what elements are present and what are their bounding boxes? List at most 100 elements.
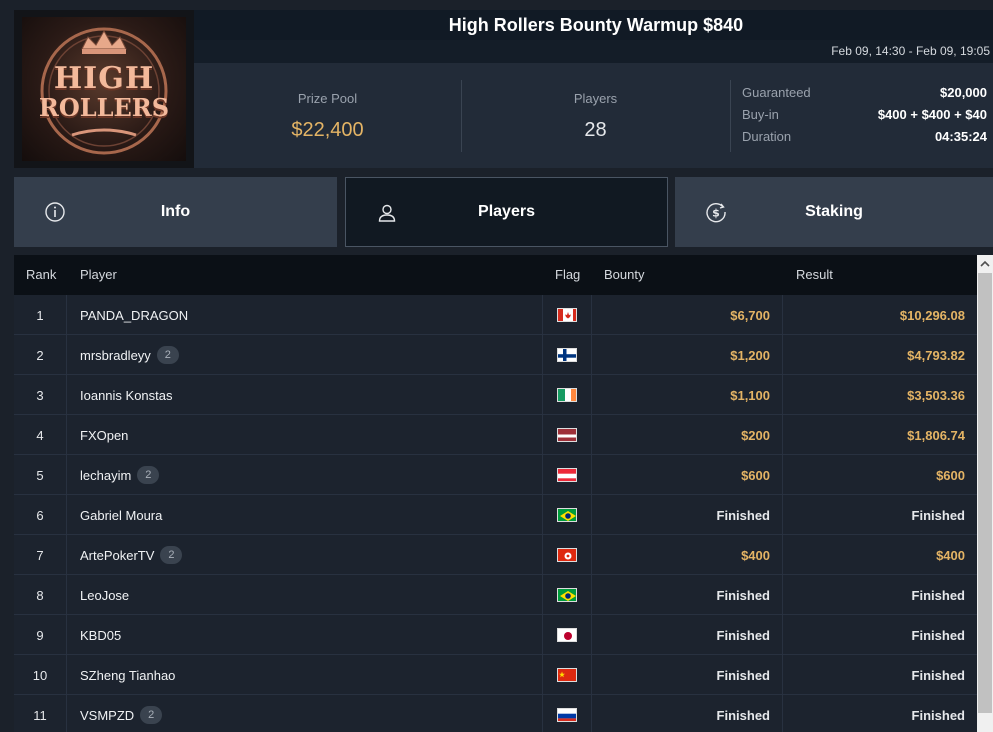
divider [730, 80, 731, 152]
rank-cell: 8 [14, 575, 67, 615]
tournament-dates: Feb 09, 14:30 - Feb 09, 19:05 [831, 44, 990, 58]
player-name[interactable]: lechayim [80, 468, 131, 483]
flag-cell [542, 495, 592, 535]
player-name[interactable]: Gabriel Moura [80, 508, 162, 523]
svg-text:$: $ [712, 207, 720, 220]
scrollbar-thumb[interactable] [978, 273, 992, 713]
canada-flag-icon [557, 308, 577, 322]
result-cell: $400 [783, 535, 977, 575]
result-value: $4,793.82 [907, 347, 965, 363]
table-row[interactable]: 3 Ioannis Konstas $1,100 $3,503.36 [14, 375, 977, 415]
flag-cell [542, 455, 592, 495]
player-name[interactable]: Ioannis Konstas [80, 388, 173, 403]
player-cell[interactable]: lechayim 2 [80, 455, 542, 495]
bounty-value: $6,700 [730, 307, 770, 323]
rank-cell: 7 [14, 535, 67, 575]
ireland-flag-icon [557, 388, 577, 402]
rank-value: 2 [36, 347, 44, 363]
buyin-label: Buy-in [742, 107, 779, 122]
table-row[interactable]: 9 KBD05 Finished Finished [14, 615, 977, 655]
result-value: Finished [911, 707, 965, 723]
player-cell[interactable]: SZheng Tianhao [80, 655, 542, 695]
table-row[interactable]: 5 lechayim 2 $600 $600 [14, 455, 977, 495]
logo-text-rollers: ROLLERS [38, 93, 170, 122]
bounty-value: $400 [741, 547, 770, 563]
rank-value: 7 [36, 547, 44, 563]
rank-cell: 2 [14, 335, 67, 375]
guaranteed-value: $20,000 [940, 85, 987, 100]
rank-value: 5 [36, 467, 44, 483]
result-cell: $4,793.82 [783, 335, 977, 375]
bounty-cell: Finished [592, 655, 783, 695]
flag-cell [542, 615, 592, 655]
flag-cell [542, 655, 592, 695]
bounty-cell: $1,100 [592, 375, 783, 415]
russia-flag-icon [557, 708, 577, 722]
table-row[interactable]: 6 Gabriel Moura Finished Finished [14, 495, 977, 535]
scrollbar[interactable] [977, 255, 993, 732]
date-bar: Feb 09, 14:30 - Feb 09, 19:05 [194, 40, 993, 63]
player-cell[interactable]: KBD05 [80, 615, 542, 655]
result-value: Finished [911, 627, 965, 643]
result-cell: $10,296.08 [783, 295, 977, 335]
player-name[interactable]: FXOpen [80, 428, 128, 443]
player-cell[interactable]: ArtePokerTV 2 [80, 535, 542, 575]
tab-info[interactable]: Info [14, 177, 337, 247]
result-cell: $1,806.74 [783, 415, 977, 455]
tournament-logo: HIGH ROLLERS [14, 10, 194, 168]
result-cell: Finished [783, 695, 977, 732]
player-name[interactable]: KBD05 [80, 628, 121, 643]
result-cell: Finished [783, 655, 977, 695]
header-player[interactable]: Player [80, 267, 117, 282]
player-name[interactable]: SZheng Tianhao [80, 668, 175, 683]
player-cell[interactable]: VSMPZD 2 [80, 695, 542, 732]
header-flag[interactable]: Flag [555, 267, 580, 282]
player-cell[interactable]: LeoJose [80, 575, 542, 615]
player-cell[interactable]: mrsbradleyy 2 [80, 335, 542, 375]
header-result[interactable]: Result [796, 267, 833, 282]
player-name[interactable]: LeoJose [80, 588, 129, 603]
table-row[interactable]: 11 VSMPZD 2 Finished Finished [14, 695, 977, 732]
player-cell[interactable]: PANDA_DRAGON [80, 295, 542, 335]
entries-badge: 2 [160, 546, 183, 564]
player-cell[interactable]: Gabriel Moura [80, 495, 542, 535]
bounty-cell: $600 [592, 455, 783, 495]
scroll-up-icon[interactable] [977, 255, 993, 272]
bounty-cell: $400 [592, 535, 783, 575]
player-cell[interactable]: FXOpen [80, 415, 542, 455]
result-value: Finished [911, 587, 965, 603]
table-row[interactable]: 7 ArtePokerTV 2 $400 $400 [14, 535, 977, 575]
latvia-flag-icon [557, 428, 577, 442]
header-bounty[interactable]: Bounty [604, 267, 644, 282]
result-value: $600 [936, 467, 965, 483]
table-row[interactable]: 2 mrsbradleyy 2 $1,200 $4,793.82 [14, 335, 977, 375]
player-name[interactable]: PANDA_DRAGON [80, 308, 188, 323]
tab-info-label: Info [160, 203, 191, 220]
bounty-value: $600 [741, 467, 770, 483]
table-row[interactable]: 10 SZheng Tianhao Finished Finished [14, 655, 977, 695]
flag-cell [542, 375, 592, 415]
player-cell[interactable]: Ioannis Konstas [80, 375, 542, 415]
player-name[interactable]: ArtePokerTV [80, 548, 154, 563]
tab-players[interactable]: Players [345, 177, 668, 247]
rank-cell: 6 [14, 495, 67, 535]
japan-flag-icon [557, 628, 577, 642]
rank-value: 4 [36, 427, 44, 443]
user-icon [376, 202, 398, 224]
rank-cell: 1 [14, 295, 67, 335]
table-row[interactable]: 1 PANDA_DRAGON $6,700 $10,296.08 [14, 295, 977, 335]
player-name[interactable]: VSMPZD [80, 708, 134, 723]
bounty-value: Finished [716, 627, 770, 643]
result-value: $3,503.36 [907, 387, 965, 403]
table-row[interactable]: 8 LeoJose Finished Finished [14, 575, 977, 615]
duration-value: 04:35:24 [934, 129, 987, 144]
tab-staking[interactable]: $ Staking [675, 177, 993, 247]
result-cell: Finished [783, 615, 977, 655]
table-row[interactable]: 4 FXOpen $200 $1,806.74 [14, 415, 977, 455]
finland-flag-icon [557, 348, 577, 362]
header-rank[interactable]: Rank [26, 267, 56, 282]
austria-flag-icon [557, 468, 577, 482]
bounty-cell: Finished [592, 495, 783, 535]
player-name[interactable]: mrsbradleyy [80, 348, 151, 363]
info-icon [44, 201, 66, 223]
